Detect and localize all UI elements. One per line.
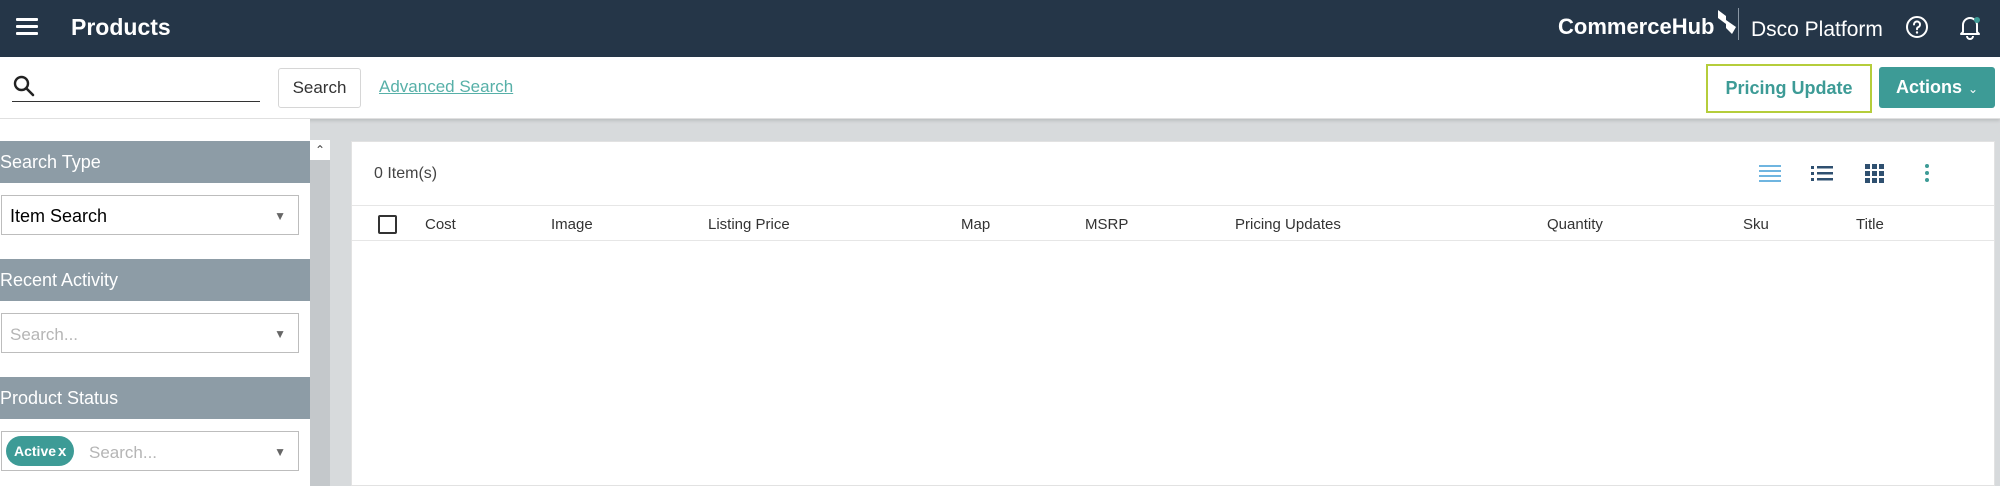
column-quantity[interactable]: Quantity [1547,216,1603,233]
notification-bell-icon[interactable] [1957,14,1983,40]
page-title: Products [71,14,171,40]
platform-name: Dsco Platform [1751,18,1883,41]
recent-activity-select[interactable]: Search... ▼ [1,313,299,353]
sidebar-scrollbar[interactable] [310,140,330,486]
product-status-header: Product Status [0,377,310,419]
top-nav: Products CommerceHub Dsco Platform [0,0,2000,57]
scroll-up-icon[interactable]: ⌃ [310,140,330,160]
chip-remove-icon[interactable]: x [58,443,66,460]
search-type-value: Item Search [10,206,108,226]
menu-icon[interactable] [16,18,38,36]
pricing-update-button[interactable]: Pricing Update [1706,64,1872,113]
list-view-icon[interactable] [1809,162,1835,184]
product-status-select[interactable]: Active x Search... ▼ [1,431,299,471]
table-view-icon[interactable] [1757,162,1783,184]
dropdown-caret-icon: ▼ [274,327,286,341]
brand-name: CommerceHub [1558,14,1715,39]
results-panel: 0 Item(s) Cost Image Listing Price Map M… [351,141,1995,486]
brand-divider [1738,8,1739,40]
status-chip-active[interactable]: Active x [6,436,75,466]
more-options-icon[interactable] [1914,162,1940,184]
dropdown-caret-icon: ▼ [274,445,286,459]
search-toolbar: Search Advanced Search Pricing Update Ac… [0,57,2000,119]
dropdown-caret-icon: ▼ [274,209,286,223]
actions-button[interactable]: Actions ⌄ [1879,67,1995,108]
column-sku[interactable]: Sku [1743,216,1769,233]
chevron-down-icon: ⌄ [1967,82,1979,96]
column-listing-price[interactable]: Listing Price [708,216,790,233]
column-cost[interactable]: Cost [425,216,456,233]
column-map[interactable]: Map [961,216,990,233]
column-pricing-updates[interactable]: Pricing Updates [1235,216,1341,233]
commercehub-mark-icon [1718,10,1737,34]
grid-view-icon[interactable] [1861,162,1887,184]
recent-activity-header: Recent Activity [0,259,310,301]
actions-button-label: Actions [1895,77,1962,97]
search-button[interactable]: Search [278,68,361,108]
help-icon[interactable] [1905,15,1929,39]
column-image[interactable]: Image [551,216,593,233]
recent-activity-placeholder: Search... [10,325,79,344]
column-title[interactable]: Title [1856,216,1884,233]
advanced-search-link[interactable]: Advanced Search [379,77,513,97]
search-type-header: Search Type [0,141,310,183]
filter-sidebar: Search Type Item Search ▼ Recent Activit… [0,119,310,486]
select-all-checkbox[interactable] [378,215,397,234]
item-count: 0 Item(s) [374,165,438,182]
product-status-placeholder: Search... [89,443,158,462]
search-input[interactable] [12,70,260,102]
chip-label: Active [14,443,57,459]
search-type-select[interactable]: Item Search ▼ [1,195,299,235]
brand-logo[interactable]: CommerceHub [1558,10,1738,40]
table-header: Cost Image Listing Price Map MSRP Pricin… [352,205,1994,241]
search-icon [13,75,35,97]
column-msrp[interactable]: MSRP [1085,216,1128,233]
